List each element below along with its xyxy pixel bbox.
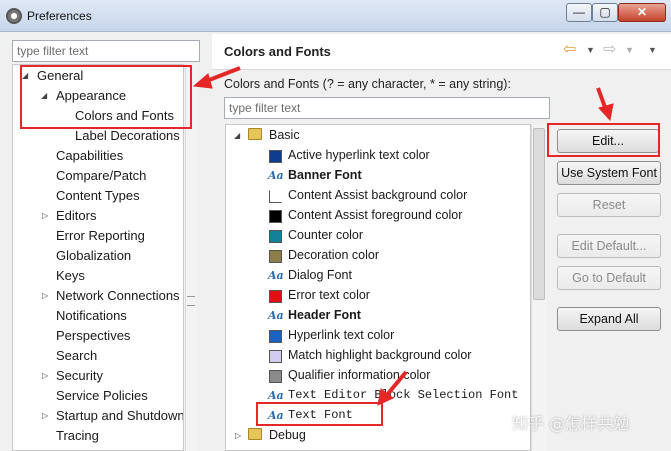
annotation-arrows xyxy=(192,66,614,406)
annotation-arrow-text-font xyxy=(384,370,408,398)
annotation-arrowhead-tree xyxy=(192,73,213,89)
annotation-arrowhead-edit xyxy=(598,103,614,122)
watermark: 知乎 @怎样共勉 xyxy=(512,414,630,433)
